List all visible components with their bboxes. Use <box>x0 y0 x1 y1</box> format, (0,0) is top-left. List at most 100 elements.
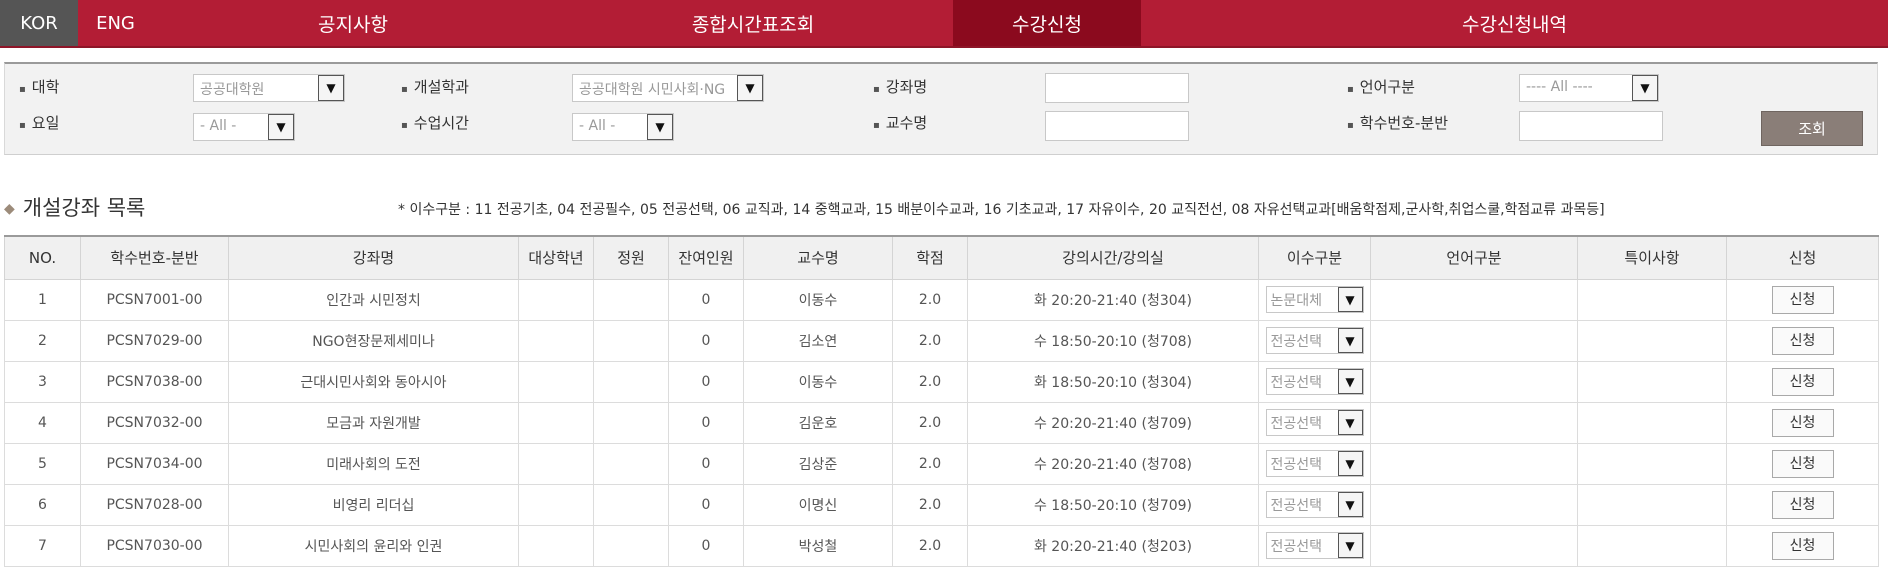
college-label: 대학 <box>19 76 60 97</box>
cell-professor: 이동수 <box>743 278 893 321</box>
cell-course-code: PCSN7034-00 <box>80 442 229 485</box>
apply-button[interactable]: 신청 <box>1771 531 1834 560</box>
chevron-down-icon: ▼ <box>737 75 763 101</box>
search-button[interactable]: 조회 <box>1761 111 1863 146</box>
header-target-year: 대상학년 <box>518 235 594 280</box>
cell-course-type: 논문대체 ▼ <box>1258 278 1371 321</box>
header-language: 언어구분 <box>1370 235 1578 280</box>
cell-notes <box>1577 278 1727 321</box>
cell-course-type: 전공선택 ▼ <box>1258 360 1371 403</box>
cell-credit: 2.0 <box>892 524 968 567</box>
cell-remaining: 0 <box>668 278 744 321</box>
header-professor: 교수명 <box>743 235 893 280</box>
apply-button[interactable]: 신청 <box>1771 490 1834 519</box>
lang-eng-button[interactable]: ENG <box>78 0 153 46</box>
cell-no: 2 <box>4 319 81 362</box>
table-row: 3 PCSN7038-00 근대시민사회와 동아시아 0 이동수 2.0 화 1… <box>4 360 1879 403</box>
cell-course-code: PCSN7030-00 <box>80 524 229 567</box>
cell-credit: 2.0 <box>892 401 968 444</box>
cell-remaining: 0 <box>668 524 744 567</box>
cell-language <box>1370 524 1578 567</box>
table-row: 6 PCSN7028-00 비영리 리더십 0 이명신 2.0 수 18:50-… <box>4 483 1879 526</box>
course-code-input[interactable] <box>1519 111 1663 141</box>
day-select[interactable]: - All - ▼ <box>193 113 295 141</box>
table-row: 1 PCSN7001-00 인간과 시민정치 0 이동수 2.0 화 20:20… <box>4 278 1879 321</box>
search-filter-panel: 대학 공공대학원 ▼ 개설학과 공공대학원 시민사회·NG ▼ 강좌명 언어구분… <box>4 62 1878 155</box>
cell-remaining: 0 <box>668 319 744 362</box>
diamond-icon: ◆ <box>4 201 15 217</box>
cell-capacity <box>593 483 669 526</box>
cell-professor: 김상준 <box>743 442 893 485</box>
table-header-row: NO. 학수번호-분반 강좌명 대상학년 정원 잔여인원 교수명 학점 강의시간… <box>4 235 1879 280</box>
chevron-down-icon: ▼ <box>1337 451 1363 476</box>
dept-select[interactable]: 공공대학원 시민사회·NG ▼ <box>572 74 764 102</box>
apply-button[interactable]: 신청 <box>1771 408 1834 437</box>
chevron-down-icon: ▼ <box>1337 492 1363 517</box>
cell-course-name: 시민사회의 윤리와 인권 <box>228 524 519 567</box>
lang-kor-button[interactable]: KOR <box>0 0 78 46</box>
course-name-input[interactable] <box>1045 73 1189 103</box>
apply-button[interactable]: 신청 <box>1771 449 1834 478</box>
course-type-select[interactable]: 전공선택 ▼ <box>1265 532 1364 559</box>
top-navigation: KOR ENG 공지사항 종합시간표조회 수강신청 수강신청내역 <box>0 0 1888 48</box>
cell-course-type: 전공선택 ▼ <box>1258 442 1371 485</box>
nav-item-notice[interactable]: 공지사항 <box>153 0 553 46</box>
cell-apply: 신청 <box>1726 442 1879 485</box>
course-type-select[interactable]: 전공선택 ▼ <box>1265 368 1364 395</box>
apply-button[interactable]: 신청 <box>1771 326 1834 355</box>
cell-capacity <box>593 360 669 403</box>
nav-item-timetable[interactable]: 종합시간표조회 <box>553 0 953 46</box>
cell-remaining: 0 <box>668 442 744 485</box>
day-select-value: - All - <box>200 118 237 134</box>
cell-course-code: PCSN7001-00 <box>80 278 229 321</box>
nav-item-registration[interactable]: 수강신청 <box>953 0 1141 46</box>
cell-course-name: 모금과 자원개발 <box>228 401 519 444</box>
cell-remaining: 0 <box>668 483 744 526</box>
cell-course-name: 근대시민사회와 동아시아 <box>228 360 519 403</box>
apply-button[interactable]: 신청 <box>1771 367 1834 396</box>
cell-course-type: 전공선택 ▼ <box>1258 401 1371 444</box>
cell-remaining: 0 <box>668 360 744 403</box>
cell-remaining: 0 <box>668 401 744 444</box>
cell-professor: 박성철 <box>743 524 893 567</box>
professor-input[interactable] <box>1045 111 1189 141</box>
course-code-label: 학수번호-분반 <box>1347 112 1448 133</box>
course-type-select-value: 전공선택 <box>1270 457 1323 473</box>
language-select[interactable]: ---- All ---- ▼ <box>1519 74 1659 102</box>
apply-button[interactable]: 신청 <box>1771 285 1834 314</box>
class-time-select[interactable]: - All - ▼ <box>572 113 674 141</box>
cell-notes <box>1577 360 1727 403</box>
course-type-select[interactable]: 전공선택 ▼ <box>1265 327 1364 354</box>
cell-notes <box>1577 442 1727 485</box>
dept-label: 개설학과 <box>401 76 469 97</box>
cell-capacity <box>593 442 669 485</box>
header-course-code: 학수번호-분반 <box>80 235 229 280</box>
cell-no: 4 <box>4 401 81 444</box>
chevron-down-icon: ▼ <box>318 75 344 101</box>
header-capacity: 정원 <box>593 235 669 280</box>
course-type-select[interactable]: 논문대체 ▼ <box>1265 286 1364 313</box>
cell-language <box>1370 442 1578 485</box>
cell-target-year <box>518 360 594 403</box>
course-type-select[interactable]: 전공선택 ▼ <box>1265 491 1364 518</box>
course-table: NO. 학수번호-분반 강좌명 대상학년 정원 잔여인원 교수명 학점 강의시간… <box>4 235 1879 567</box>
cell-no: 5 <box>4 442 81 485</box>
professor-label: 교수명 <box>873 112 927 133</box>
cell-language <box>1370 401 1578 444</box>
course-type-select[interactable]: 전공선택 ▼ <box>1265 450 1364 477</box>
cell-no: 6 <box>4 483 81 526</box>
header-apply: 신청 <box>1726 235 1879 280</box>
cell-time-room: 화 18:50-20:10 (청304) <box>967 360 1259 403</box>
header-credit: 학점 <box>892 235 968 280</box>
cell-no: 1 <box>4 278 81 321</box>
cell-apply: 신청 <box>1726 360 1879 403</box>
header-time-room: 강의시간/강의실 <box>967 235 1259 280</box>
cell-apply: 신청 <box>1726 483 1879 526</box>
college-select[interactable]: 공공대학원 ▼ <box>193 74 345 102</box>
header-notes: 특이사항 <box>1577 235 1727 280</box>
course-type-select[interactable]: 전공선택 ▼ <box>1265 409 1364 436</box>
cell-credit: 2.0 <box>892 442 968 485</box>
nav-item-registration-history[interactable]: 수강신청내역 <box>1141 0 1888 46</box>
dept-select-value: 공공대학원 시민사회·NG <box>579 82 726 98</box>
cell-apply: 신청 <box>1726 319 1879 362</box>
